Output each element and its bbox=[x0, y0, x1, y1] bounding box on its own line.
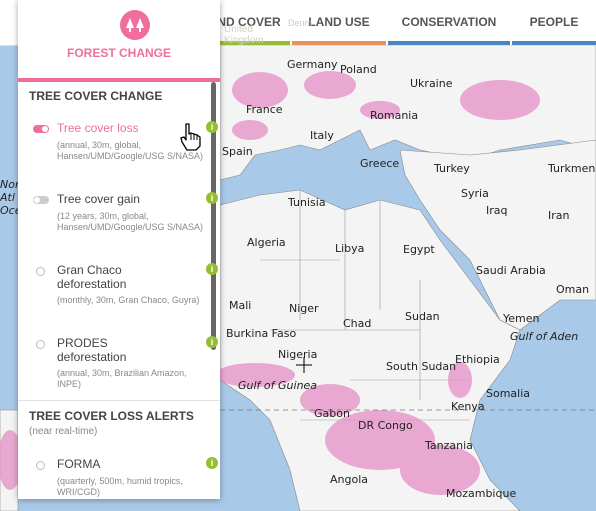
country-label: Iraq bbox=[486, 204, 508, 217]
country-label: Libya bbox=[335, 242, 364, 255]
country-label: Yemen bbox=[502, 312, 540, 325]
water-label: Atl bbox=[0, 191, 15, 204]
panel-header-label: FOREST CHANGE bbox=[66, 46, 171, 60]
panel-header[interactable]: FOREST CHANGE bbox=[18, 0, 220, 82]
country-label: Ethiopia bbox=[455, 353, 500, 366]
country-label: Kenya bbox=[451, 400, 485, 413]
water-label: Gulf of Guinea bbox=[238, 379, 317, 392]
info-icon[interactable]: i bbox=[206, 192, 218, 204]
country-label: Romania bbox=[370, 109, 418, 122]
country-label: Tunisia bbox=[287, 196, 326, 209]
country-label: Gabon bbox=[314, 407, 350, 420]
country-label: Oman bbox=[556, 283, 589, 296]
country-label: Chad bbox=[343, 317, 371, 330]
radio-button[interactable] bbox=[36, 461, 45, 470]
country-label: Tanzania bbox=[424, 439, 473, 452]
map-label-faded: United Kingdom bbox=[224, 24, 264, 46]
radio-button[interactable] bbox=[36, 340, 45, 349]
country-label: Burkina Faso bbox=[226, 327, 296, 340]
info-icon[interactable]: i bbox=[206, 336, 218, 348]
country-label: Ukraine bbox=[410, 77, 453, 90]
tab-label: PEOPLE bbox=[529, 15, 579, 29]
country-label: Nigeria bbox=[278, 348, 317, 361]
country-label: Greece bbox=[360, 157, 399, 170]
info-icon[interactable]: i bbox=[206, 263, 218, 275]
country-label: Spain bbox=[222, 145, 253, 158]
layer-panel: FOREST CHANGE TREE COVER CHANGE Tree cov… bbox=[18, 0, 220, 499]
water-label: Gulf of Aden bbox=[510, 330, 578, 343]
radio-button[interactable] bbox=[36, 267, 45, 276]
tab-indicator bbox=[388, 41, 510, 45]
tab-label: CONSERVATION bbox=[401, 15, 497, 29]
country-label: South Sudan bbox=[386, 360, 456, 373]
section-title: TREE COVER CHANGE bbox=[29, 89, 163, 103]
info-icon[interactable]: i bbox=[206, 457, 218, 469]
country-label: France bbox=[246, 103, 283, 116]
layer-description: (monthly, 30m, Gran Chaco, Guyra) bbox=[57, 295, 200, 305]
country-label: Germany bbox=[287, 58, 338, 71]
tab-people[interactable]: PEOPLE bbox=[512, 0, 596, 45]
country-label: Mozambique bbox=[446, 487, 516, 500]
country-label: Iran bbox=[548, 209, 570, 222]
country-label: Niger bbox=[289, 302, 319, 315]
country-label: Algeria bbox=[247, 236, 286, 249]
info-icon[interactable]: i bbox=[206, 121, 218, 133]
country-label: Turkmeni bbox=[547, 162, 596, 175]
country-label: Syria bbox=[461, 187, 489, 200]
layer-name: Tree cover loss bbox=[57, 121, 139, 135]
country-label: Saudi Arabia bbox=[476, 264, 546, 277]
layer-description: (annual, 30m, Brazilian Amazon, INPE) bbox=[57, 368, 187, 389]
layer-name: Gran Chaco deforestation bbox=[57, 263, 127, 291]
section-title: TREE COVER LOSS ALERTS bbox=[29, 409, 194, 423]
country-label: DR Congo bbox=[358, 419, 413, 432]
country-label: Poland bbox=[340, 63, 377, 76]
hand-cursor-icon bbox=[178, 122, 204, 157]
country-label: Mali bbox=[229, 299, 251, 312]
country-label: Somalia bbox=[486, 387, 530, 400]
country-label: Egypt bbox=[403, 243, 435, 256]
country-label: Turkey bbox=[433, 162, 470, 175]
country-label: Italy bbox=[310, 129, 334, 142]
tab-indicator bbox=[292, 41, 386, 45]
country-label: Angola bbox=[330, 473, 368, 486]
toggle-switch[interactable] bbox=[33, 196, 49, 204]
tab-conservation[interactable]: CONSERVATION bbox=[388, 0, 510, 45]
country-label: Sudan bbox=[405, 310, 440, 323]
divider bbox=[18, 400, 220, 401]
layer-name: Tree cover gain bbox=[57, 192, 140, 206]
map-label-faded: Denm bbox=[288, 18, 313, 28]
tree-icon bbox=[120, 10, 150, 40]
layer-name: PRODES deforestation bbox=[57, 336, 127, 364]
section-subtitle: (near real-time) bbox=[29, 426, 98, 437]
layer-description: (quarterly, 500m, humid tropics, WRI/CGD… bbox=[57, 476, 183, 497]
layer-description: (12 years, 30m, global, Hansen/UMD/Googl… bbox=[57, 211, 204, 232]
layer-name: FORMA bbox=[57, 457, 101, 471]
toggle-switch[interactable] bbox=[33, 125, 49, 133]
tab-label: LAND USE bbox=[308, 15, 370, 29]
tab-indicator bbox=[512, 41, 596, 45]
